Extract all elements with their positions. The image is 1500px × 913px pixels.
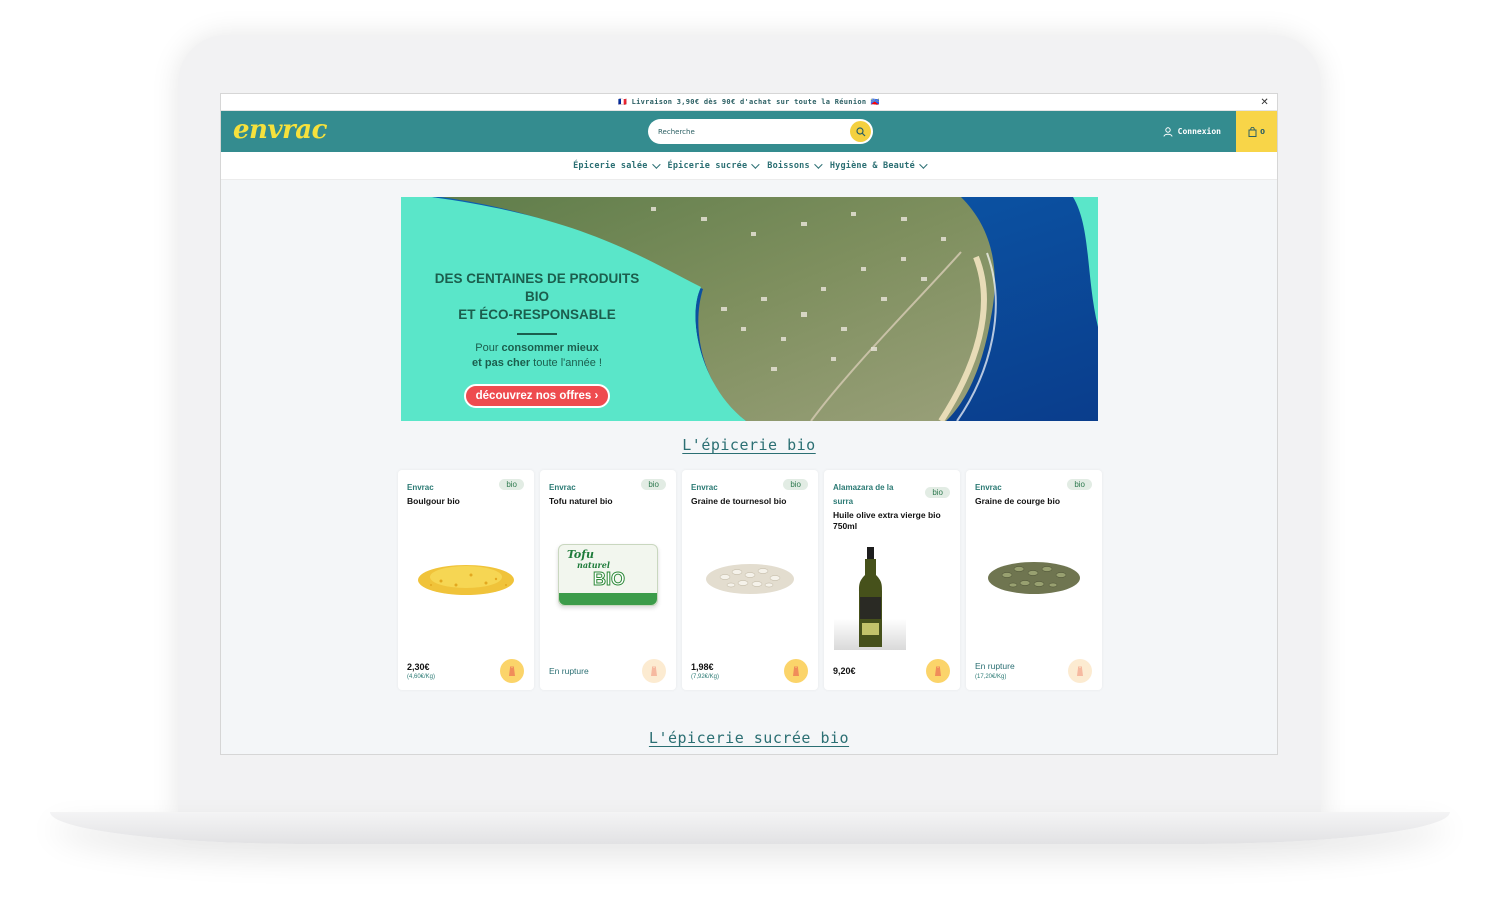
- hero-sub-text: et pas cher: [472, 357, 531, 369]
- nav-label: Hygiène & Beauté: [829, 160, 915, 171]
- hero-divider: [517, 333, 557, 335]
- nav-label: Épicerie sucrée: [667, 160, 748, 171]
- tofu-label-line: Tofu: [567, 548, 594, 561]
- cart-button[interactable]: 0: [1236, 111, 1277, 152]
- login-link[interactable]: Connexion: [1163, 111, 1221, 152]
- product-brand[interactable]: Envrac: [975, 481, 1055, 495]
- bio-badge: bio: [641, 479, 666, 490]
- hero-banner[interactable]: DES CENTAINES DE PRODUITS BIO ET ÉCO-RES…: [401, 197, 1098, 421]
- search-button[interactable]: [850, 121, 871, 142]
- product-price: 1,98€: [691, 662, 714, 672]
- product-image[interactable]: Tofu naturel BIO: [546, 520, 670, 630]
- product-card[interactable]: Envrac bio Tofu naturel bio Tofu naturel…: [540, 470, 676, 690]
- hero-title: DES CENTAINES DE PRODUITS BIO ET ÉCO-RES…: [421, 270, 653, 324]
- tofu-pack-band: [559, 593, 657, 605]
- product-image[interactable]: [830, 542, 954, 652]
- add-to-cart-button[interactable]: [926, 659, 950, 683]
- add-to-cart-button[interactable]: [500, 659, 524, 683]
- product-card[interactable]: Alamazara de la surra bio Huile olive ex…: [824, 470, 960, 690]
- close-icon[interactable]: ✕: [1260, 94, 1269, 111]
- nav-item-epicerie-sucree[interactable]: Épicerie sucrée: [667, 159, 760, 171]
- product-price: 9,20€: [833, 666, 856, 676]
- product-list: Envrac bio Boulgour bio 2,30€ (4,60€/Kg)…: [398, 470, 1102, 690]
- product-card[interactable]: Envrac bio Graine de tournesol bio 1,98€…: [682, 470, 818, 690]
- pumpkin-seeds-image: [988, 562, 1080, 594]
- bio-badge: bio: [783, 479, 808, 490]
- nav-item-hygiene-beaute[interactable]: Hygiène & Beauté: [829, 159, 928, 171]
- product-name[interactable]: Graine de tournesol bio: [691, 496, 813, 507]
- basket-icon: [1077, 666, 1083, 676]
- product-unit-price: (17,20€/Kg): [975, 674, 1007, 680]
- nav-label: Épicerie salée: [573, 160, 648, 171]
- tofu-pack-label: Tofu naturel: [567, 549, 610, 571]
- nav-item-boissons[interactable]: Boissons: [767, 159, 823, 171]
- category-nav: Épicerie salée Épicerie sucrée Boissons …: [221, 152, 1277, 180]
- hero-text-block: DES CENTAINES DE PRODUITS BIO ET ÉCO-RES…: [421, 270, 653, 408]
- add-to-cart-button-disabled: [1068, 659, 1092, 683]
- sunflower-seeds-image: [706, 564, 794, 594]
- product-name[interactable]: Graine de courge bio: [975, 496, 1097, 507]
- section-title-epicerie-sucree-bio[interactable]: L'épicerie sucrée bio: [221, 729, 1277, 747]
- discover-offers-button[interactable]: découvrez nos offres ›: [463, 384, 611, 408]
- add-to-cart-button[interactable]: [784, 659, 808, 683]
- product-unit-price: (4,60€/Kg): [407, 674, 436, 680]
- laptop-base: [50, 812, 1450, 844]
- product-brand[interactable]: Envrac: [549, 481, 629, 495]
- hero-title-line: ET ÉCO-RESPONSABLE: [458, 307, 616, 322]
- search-icon: [855, 126, 865, 136]
- product-image[interactable]: [688, 520, 812, 630]
- basket-icon: [509, 666, 515, 676]
- site-logo[interactable]: envrac: [233, 115, 327, 145]
- olive-oil-bottle-image: [859, 546, 882, 647]
- product-image[interactable]: [404, 520, 528, 630]
- chevron-down-icon: [919, 159, 928, 169]
- search-box: [648, 119, 873, 144]
- product-image[interactable]: [972, 520, 1096, 630]
- basket-icon: [651, 666, 657, 676]
- product-name[interactable]: Tofu naturel bio: [549, 496, 671, 507]
- tofu-pack-image: Tofu naturel BIO: [558, 544, 658, 606]
- nav-item-epicerie-salee[interactable]: Épicerie salée: [573, 159, 661, 171]
- bulgur-grains-image: [418, 565, 514, 595]
- product-name[interactable]: Huile olive extra vierge bio 750ml: [833, 510, 955, 532]
- user-icon: [1163, 126, 1173, 137]
- product-brand[interactable]: Envrac: [407, 481, 487, 495]
- bio-badge: bio: [1067, 479, 1092, 490]
- hero-sub-text: toute l'année !: [530, 357, 602, 369]
- basket-icon: [793, 666, 799, 676]
- shopping-bag-icon: [1248, 126, 1257, 137]
- announcement-bar: 🇫🇷 Livraison 3,90€ dès 90€ d'achat sur t…: [221, 94, 1277, 111]
- chevron-down-icon: [813, 159, 823, 169]
- chevron-down-icon: [651, 159, 661, 169]
- hero-subtitle: Pour consommer mieux et pas cher toute l…: [421, 341, 653, 371]
- hero-sub-text: Pour: [475, 342, 502, 354]
- product-brand[interactable]: Alamazara de la surra: [833, 481, 913, 509]
- tofu-bio-label: BIO: [592, 569, 626, 590]
- announcement-text: 🇫🇷 Livraison 3,90€ dès 90€ d'achat sur t…: [618, 98, 880, 106]
- bio-badge: bio: [925, 487, 950, 498]
- browser-screen: 🇫🇷 Livraison 3,90€ dès 90€ d'achat sur t…: [220, 93, 1278, 755]
- add-to-cart-button-disabled: [642, 659, 666, 683]
- product-card[interactable]: Envrac bio Boulgour bio 2,30€ (4,60€/Kg): [398, 470, 534, 690]
- bio-badge: bio: [499, 479, 524, 490]
- search-input[interactable]: [648, 127, 838, 136]
- hero-title-line: DES CENTAINES DE PRODUITS BIO: [434, 271, 640, 304]
- hero-sub-text: consommer mieux: [501, 342, 599, 354]
- product-unit-price: (7,92€/Kg): [691, 674, 720, 680]
- product-name[interactable]: Boulgour bio: [407, 496, 529, 507]
- out-of-stock-label: En rupture: [975, 661, 1015, 671]
- product-brand[interactable]: Envrac: [691, 481, 771, 495]
- login-label: Connexion: [1177, 127, 1221, 136]
- basket-icon: [935, 666, 941, 676]
- cart-count: 0: [1260, 127, 1265, 136]
- nav-label: Boissons: [767, 160, 810, 171]
- out-of-stock-label: En rupture: [549, 666, 589, 676]
- section-title-epicerie-bio[interactable]: L'épicerie bio: [221, 436, 1277, 454]
- product-card[interactable]: Envrac bio Graine de courge bio En ruptu…: [966, 470, 1102, 690]
- olive-oil-image: [834, 544, 906, 650]
- site-header: envrac Connexion 0: [221, 111, 1277, 152]
- product-price: 2,30€: [407, 662, 430, 672]
- chevron-down-icon: [751, 159, 760, 169]
